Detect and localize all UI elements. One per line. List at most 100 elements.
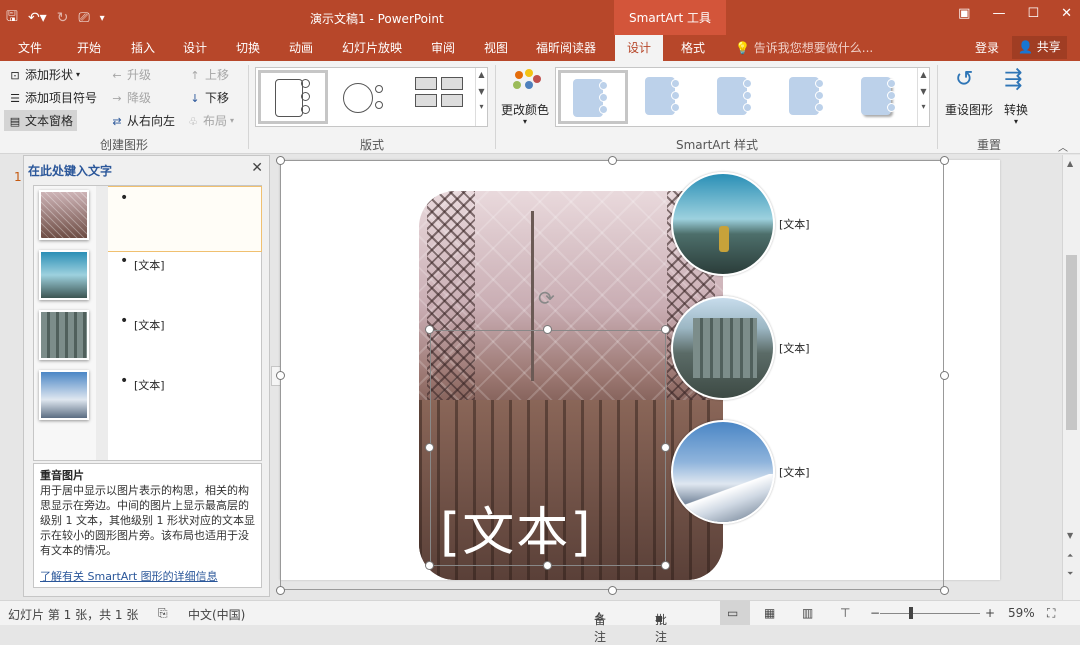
language-indicator[interactable]: 中文(中国) xyxy=(188,606,245,623)
close-icon[interactable]: ✕ xyxy=(1061,6,1072,21)
resize-handle[interactable] xyxy=(661,561,670,570)
login-link[interactable]: 登录 xyxy=(975,39,999,56)
zoom-slider-knob[interactable] xyxy=(909,607,913,619)
spellcheck-icon[interactable]: ⎘ xyxy=(158,606,168,621)
tab-transitions[interactable]: 切换 xyxy=(236,39,260,56)
circle-picture-city[interactable] xyxy=(671,296,775,400)
resize-handle[interactable] xyxy=(276,371,285,380)
zoom-out-icon[interactable]: − xyxy=(870,606,880,620)
right-to-left-button[interactable]: ⇄ 从右向左 xyxy=(110,112,175,129)
style-option-4[interactable] xyxy=(776,70,846,124)
tab-insert[interactable]: 插入 xyxy=(131,39,155,56)
layout-accent-picture-option[interactable] xyxy=(258,70,328,124)
gallery-more-icon[interactable]: ▾ xyxy=(476,102,487,111)
scroll-down-icon[interactable]: ▼ xyxy=(918,87,929,96)
redo-icon[interactable]: ↻ xyxy=(57,10,69,26)
tab-smartart-design[interactable]: 设计 xyxy=(615,35,664,61)
move-down-button[interactable]: ↓ 下移 xyxy=(188,89,229,106)
circle-text-1[interactable]: [文本] xyxy=(779,216,810,232)
move-up-button[interactable]: ↑ 上移 xyxy=(188,66,229,83)
style-option-1[interactable] xyxy=(558,70,628,124)
scroll-thumb[interactable] xyxy=(1066,255,1077,430)
presentation-icon[interactable]: ⎚ xyxy=(78,10,89,26)
layout-circle-option[interactable] xyxy=(334,70,404,124)
style-option-3[interactable] xyxy=(704,70,774,124)
zoom-level[interactable]: 59% xyxy=(1008,606,1035,620)
resize-handle[interactable] xyxy=(543,325,552,334)
tell-me-search[interactable]: 💡 告诉我您想要做什么... xyxy=(735,39,873,56)
tab-design[interactable]: 设计 xyxy=(183,39,207,56)
circle-text-2[interactable]: [文本] xyxy=(779,340,810,356)
normal-view-icon[interactable]: ▭ xyxy=(727,606,738,620)
zoom-slider[interactable] xyxy=(880,613,980,614)
picture-placeholder-snow-mountain[interactable] xyxy=(39,370,89,420)
add-shape-button[interactable]: ⊡ 添加形状 ▾ xyxy=(8,66,80,83)
text-entry-3[interactable]: [文本] xyxy=(134,317,165,333)
fit-to-window-icon[interactable]: ⛶ xyxy=(1047,606,1055,621)
layout-grid-option[interactable] xyxy=(408,70,474,124)
resize-handle[interactable] xyxy=(940,156,949,165)
customize-qat-icon[interactable]: ▾ xyxy=(100,13,105,24)
rotate-handle-icon[interactable]: ⟳ xyxy=(538,286,555,310)
layout-button[interactable]: ♧ 布局 ▾ xyxy=(186,112,234,129)
minimize-icon[interactable]: — xyxy=(992,6,1005,21)
picture-placeholder-city[interactable] xyxy=(39,310,89,360)
slideshow-view-icon[interactable]: ⊤ xyxy=(840,606,850,620)
tab-home[interactable]: 开始 xyxy=(77,39,101,56)
vertical-scrollbar[interactable]: ▲ ▼ ⏶ ⏷ xyxy=(1062,155,1080,600)
tab-slideshow[interactable]: 幻灯片放映 xyxy=(342,39,402,56)
scroll-up-icon[interactable]: ▲ xyxy=(918,70,929,79)
resize-handle[interactable] xyxy=(661,325,670,334)
gallery-more-icon[interactable]: ▾ xyxy=(918,102,929,111)
convert-button[interactable]: ⇶ 转换 ▾ xyxy=(1000,67,1038,137)
close-icon[interactable]: ✕ xyxy=(251,160,263,176)
picture-placeholder-mountain-lake[interactable] xyxy=(39,250,89,300)
scroll-down-icon[interactable]: ▼ xyxy=(1067,531,1073,540)
previous-slide-icon[interactable]: ⏶ xyxy=(1067,551,1073,561)
tab-review[interactable]: 审阅 xyxy=(431,39,455,56)
circle-picture-snow-mountain[interactable] xyxy=(671,420,775,524)
resize-handle[interactable] xyxy=(425,325,434,334)
scroll-up-icon[interactable]: ▲ xyxy=(476,70,487,79)
zoom-in-icon[interactable]: + xyxy=(985,606,995,620)
scroll-up-icon[interactable]: ▲ xyxy=(1067,159,1073,168)
promote-button[interactable]: ← 升级 xyxy=(110,66,151,83)
maximize-icon[interactable]: ☐ xyxy=(1027,6,1039,21)
text-pane-button[interactable]: ▤ 文本窗格 xyxy=(4,110,78,131)
resize-handle[interactable] xyxy=(425,561,434,570)
change-colors-button[interactable]: 更改颜色 ▾ xyxy=(501,67,551,147)
add-bullet-button[interactable]: ☰ 添加项目符号 xyxy=(8,89,97,106)
style-option-2[interactable] xyxy=(632,70,702,124)
picture-placeholder-bridge[interactable] xyxy=(39,190,89,240)
reading-view-icon[interactable]: ▥ xyxy=(802,606,813,620)
tab-format[interactable]: 格式 xyxy=(681,39,705,56)
text-entry-4[interactable]: [文本] xyxy=(134,377,165,393)
styles-gallery-scroll[interactable]: ▲ ▼ ▾ xyxy=(917,68,929,126)
reset-graphic-button[interactable]: ↺ 重设图形 xyxy=(943,67,995,127)
circle-text-3[interactable]: [文本] xyxy=(779,464,810,480)
resize-handle[interactable] xyxy=(608,586,617,595)
style-option-5[interactable] xyxy=(848,70,916,124)
tab-foxit-reader[interactable]: 福昕阅读器 xyxy=(536,39,596,56)
undo-icon[interactable]: ↶▾ xyxy=(28,10,47,26)
layouts-gallery-scroll[interactable]: ▲ ▼ ▾ xyxy=(475,68,487,126)
circle-picture-mountain-lake[interactable] xyxy=(671,172,775,276)
tab-view[interactable]: 视图 xyxy=(484,39,508,56)
tab-file[interactable]: 文件 xyxy=(18,39,42,56)
collapse-ribbon-icon[interactable]: ︿ xyxy=(1058,139,1068,154)
ribbon-display-options-icon[interactable]: ▣ xyxy=(958,6,970,21)
main-text-placeholder[interactable]: [文本] xyxy=(440,490,593,565)
resize-handle[interactable] xyxy=(276,156,285,165)
save-icon[interactable]: 🖫 xyxy=(6,6,18,30)
text-entry-2[interactable]: [文本] xyxy=(134,257,165,273)
resize-handle[interactable] xyxy=(940,371,949,380)
slide-sorter-icon[interactable]: ▦ xyxy=(764,606,775,620)
scroll-down-icon[interactable]: ▼ xyxy=(476,87,487,96)
resize-handle[interactable] xyxy=(425,443,434,452)
resize-handle[interactable] xyxy=(940,586,949,595)
tab-animations[interactable]: 动画 xyxy=(289,39,313,56)
resize-handle[interactable] xyxy=(661,443,670,452)
demote-button[interactable]: → 降级 xyxy=(110,89,151,106)
resize-handle[interactable] xyxy=(608,156,617,165)
share-button[interactable]: 👤 共享 xyxy=(1012,36,1067,59)
